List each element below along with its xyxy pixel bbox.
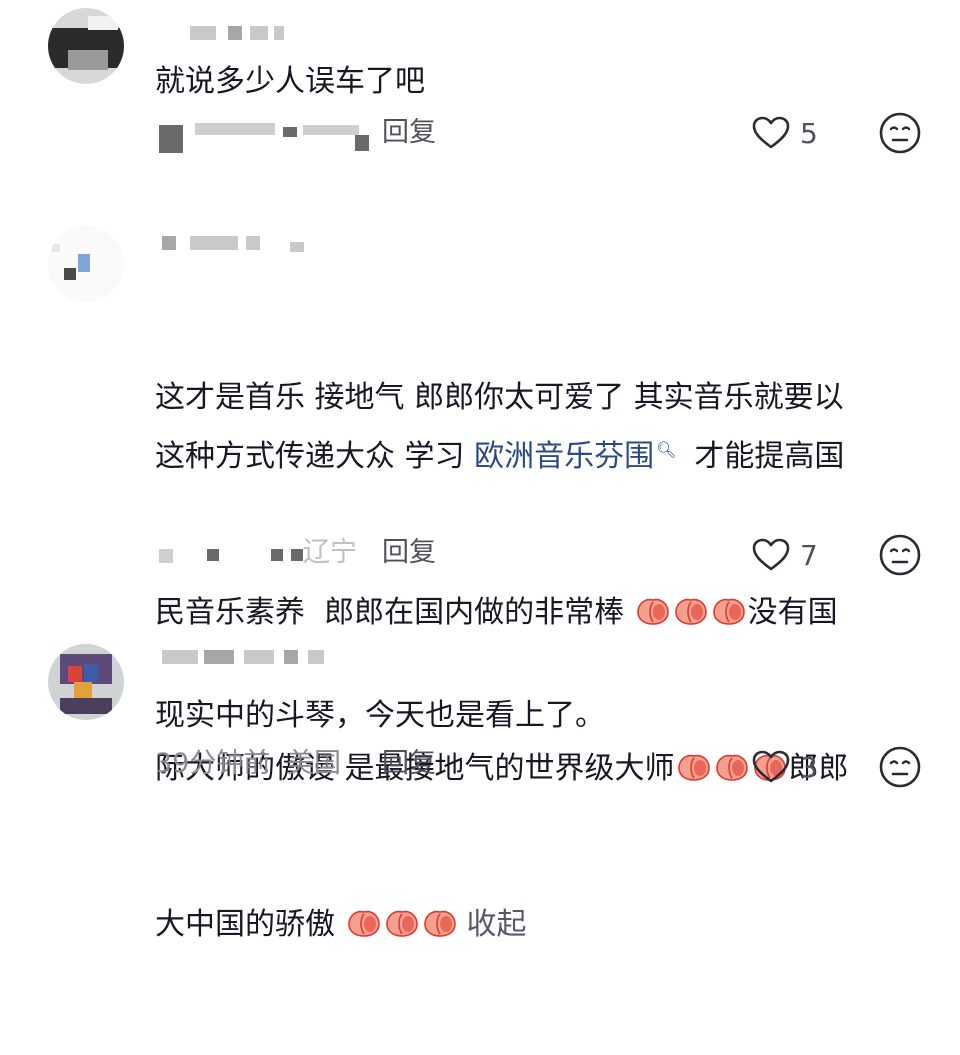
avatar[interactable] <box>48 226 124 302</box>
emoji-group <box>634 595 748 630</box>
reply-button[interactable]: 回复 <box>382 533 436 573</box>
location: 美国 <box>286 748 341 779</box>
comment-text: 现实中的斗琴，今天也是看上了。 <box>155 698 605 733</box>
search-icon[interactable]: 🔍︎ <box>656 440 676 459</box>
comment-meta: 39分钟前 美国 回复 <box>155 744 755 784</box>
username-obscured[interactable] <box>158 22 358 44</box>
like-button[interactable]: 5 <box>752 113 818 153</box>
like-button[interactable]: 7 <box>752 535 818 575</box>
like-count: 7 <box>800 538 818 572</box>
location: 辽宁 <box>303 537 357 568</box>
avatar[interactable] <box>48 644 124 720</box>
peach-emoji-icon <box>347 910 380 937</box>
heart-outline-icon <box>752 750 790 783</box>
meh-face-icon[interactable] <box>878 745 922 789</box>
heart-outline-icon <box>752 538 790 571</box>
reply-button[interactable]: 回复 <box>382 744 436 784</box>
emoji-group <box>345 907 459 942</box>
peach-emoji-icon <box>385 910 418 937</box>
comment-meta: 回复 <box>155 113 755 153</box>
peach-emoji-icon <box>674 598 707 625</box>
avatar[interactable] <box>48 8 124 84</box>
username-obscured[interactable] <box>158 646 358 668</box>
peach-emoji-icon <box>423 910 456 937</box>
reply-button[interactable]: 回复 <box>382 113 436 153</box>
meh-face-icon[interactable] <box>878 111 922 155</box>
meh-face-icon[interactable] <box>878 533 922 577</box>
username-obscured[interactable] <box>158 232 358 254</box>
comment-text: 就说多少人误车了吧 <box>155 64 425 99</box>
peach-emoji-icon <box>636 598 669 625</box>
time: 39分钟前 <box>155 748 271 779</box>
collapse-button[interactable]: 收起 <box>467 907 527 942</box>
heart-outline-icon <box>752 116 790 149</box>
search-link[interactable]: 欧洲音乐芬围 <box>474 439 654 474</box>
like-button[interactable]: 3 <box>752 747 818 787</box>
comment-meta: 辽宁 回复 <box>155 533 755 573</box>
like-count: 5 <box>800 116 818 150</box>
like-count: 3 <box>800 750 818 784</box>
peach-emoji-icon <box>712 598 745 625</box>
time-obscured <box>159 125 183 153</box>
